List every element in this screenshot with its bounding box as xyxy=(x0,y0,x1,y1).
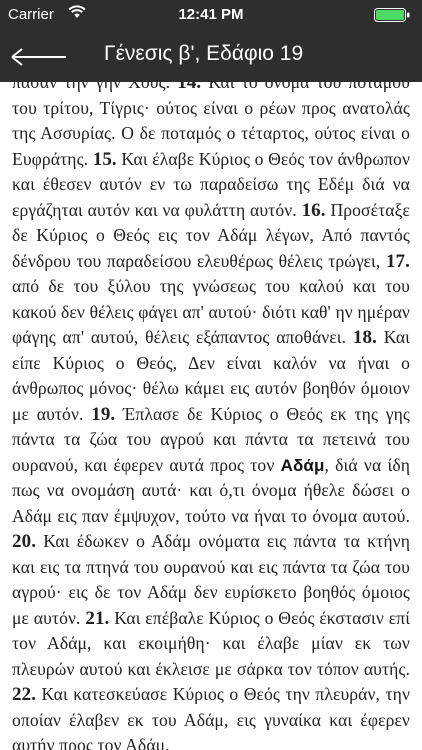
verse-number[interactable]: 16. xyxy=(302,200,326,221)
back-arrow-icon[interactable] xyxy=(10,46,68,68)
nav-bar: Γένεσις β', Εδάφιο 19 xyxy=(0,30,422,82)
verse-number[interactable]: 21. xyxy=(85,608,109,629)
verse-number[interactable]: 20. xyxy=(12,531,36,552)
verse-22-text: Και κατεσκεύασε Κύριος ο Θεός την πλευρά… xyxy=(12,684,411,750)
verse-number[interactable]: 17. xyxy=(386,251,410,272)
verse-17-text: από δε του ξύλου της γνώσεως του καλού κ… xyxy=(12,276,410,347)
page-title: Γένεσις β', Εδάφιο 19 xyxy=(104,42,304,65)
clock: 12:41 PM xyxy=(178,6,244,23)
battery-icon xyxy=(374,8,410,22)
verse-number[interactable]: 22. xyxy=(12,684,36,705)
status-bar: Carrier 12:41 PM xyxy=(0,0,422,30)
passage-text: πάσαν την γην Χους. 14. Και το όνομα του… xyxy=(0,82,422,750)
scripture-content[interactable]: πάσαν την γην Χους. 14. Και το όνομα του… xyxy=(0,82,422,750)
verse-13-text: πάσαν την γην Χους. xyxy=(12,82,171,92)
highlighted-word[interactable]: Αδάμ xyxy=(281,456,325,475)
verse-number[interactable]: 19. xyxy=(91,404,115,425)
verse-number[interactable]: 18. xyxy=(353,327,377,348)
verse-number[interactable]: 15. xyxy=(93,149,117,170)
verse-number[interactable]: 14. xyxy=(177,82,201,93)
